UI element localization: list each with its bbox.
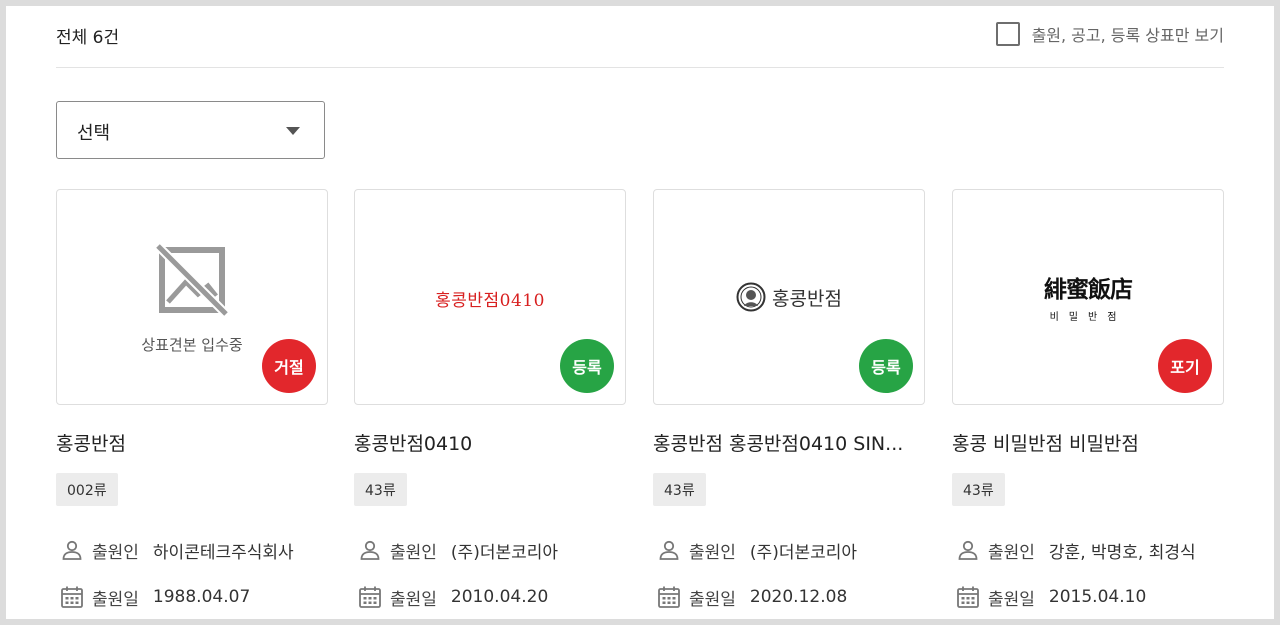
filing-date-label: 출원일: [390, 589, 437, 610]
filing-date-value: 2010.04.20: [450, 587, 549, 607]
results-header: 전체 6건 출원, 공고, 등록 상표만 보기: [56, 6, 1224, 68]
filter-checkbox[interactable]: [995, 22, 1020, 46]
filter-label: 출원, 공고, 등록 상표만 보기: [1031, 26, 1224, 45]
sort-select[interactable]: 선택: [56, 101, 325, 159]
person-icon: [360, 540, 380, 560]
class-badge: 43류: [354, 473, 407, 506]
trademark-logo: 홍콩반점: [654, 282, 924, 312]
filing-date-value: 2015.04.10: [1048, 587, 1147, 607]
applicant-value: 강훈, 박명호, 최경식: [1048, 542, 1196, 563]
trademark-logo: 緋蜜飯店 비밀반점: [953, 270, 1223, 323]
applicant-label: 출원인: [689, 542, 736, 563]
applicant-row: 출원인 (주)더본코리아: [354, 538, 559, 563]
filing-date-label: 출원일: [92, 589, 139, 610]
status-badge: 등록: [859, 339, 913, 393]
filing-date-row: 출원일 1988.04.07: [56, 585, 251, 610]
calendar-icon: [359, 586, 381, 608]
trademark-image[interactable]: 상표견본 입수중 거절: [56, 189, 328, 405]
trademark-list: 상표견본 입수중 거절 홍콩반점 002류 출원인 하이콘테크주식회사 출원일 …: [56, 189, 1226, 619]
applicant-label: 출원인: [390, 542, 437, 563]
applicant-label: 출원인: [988, 542, 1035, 563]
page: 전체 6건 출원, 공고, 등록 상표만 보기 선택 상표견본 입수중 거절 홍…: [6, 6, 1274, 619]
status-badge: 등록: [560, 339, 614, 393]
trademark-title[interactable]: 홍콩 비밀반점 비밀반점: [952, 429, 1224, 456]
trademark-title[interactable]: 홍콩반점 홍콩반점0410 SIN...: [653, 429, 925, 456]
filter-toggle[interactable]: 출원, 공고, 등록 상표만 보기: [995, 22, 1224, 46]
trademark-image[interactable]: 홍콩반점0410 등록: [354, 189, 626, 405]
applicant-value: 하이콘테크주식회사: [152, 542, 294, 563]
applicant-label: 출원인: [92, 542, 139, 563]
person-icon: [659, 540, 679, 560]
person-icon: [958, 540, 978, 560]
trademark-logo-text: 緋蜜飯店: [1044, 276, 1133, 303]
status-badge: 포기: [1158, 339, 1212, 393]
applicant-row: 출원인 강훈, 박명호, 최경식: [952, 538, 1196, 563]
trademark-logo: 홍콩반점0410: [435, 291, 545, 311]
class-badge: 002류: [56, 473, 118, 506]
calendar-icon: [957, 586, 979, 608]
person-icon: [62, 540, 82, 560]
no-image-icon: [152, 240, 232, 320]
chef-face-seal-icon: [736, 282, 766, 312]
filing-date-value: 1988.04.07: [152, 587, 251, 607]
result-count: 전체 6건: [56, 28, 120, 48]
calendar-icon: [61, 586, 83, 608]
status-badge: 거절: [262, 339, 316, 393]
applicant-value: (주)더본코리아: [749, 542, 858, 563]
trademark-title[interactable]: 홍콩반점: [56, 429, 328, 456]
filing-date-row: 출원일 2015.04.10: [952, 585, 1147, 610]
calendar-icon: [658, 586, 680, 608]
filing-date-value: 2020.12.08: [749, 587, 848, 607]
trademark-logo-text: 홍콩반점: [772, 287, 842, 310]
class-badge: 43류: [653, 473, 706, 506]
trademark-title[interactable]: 홍콩반점0410: [354, 429, 626, 456]
applicant-row: 출원인 하이콘테크주식회사: [56, 538, 294, 563]
filing-date-label: 출원일: [689, 589, 736, 610]
filing-date-row: 출원일 2010.04.20: [354, 585, 549, 610]
chevron-down-icon: [286, 127, 300, 135]
class-badge: 43류: [952, 473, 1005, 506]
applicant-value: (주)더본코리아: [450, 542, 559, 563]
applicant-row: 출원인 (주)더본코리아: [653, 538, 858, 563]
filing-date-row: 출원일 2020.12.08: [653, 585, 848, 610]
filing-date-label: 출원일: [988, 589, 1035, 610]
trademark-image[interactable]: 홍콩반점 등록: [653, 189, 925, 405]
trademark-logo-subtext: 비밀반점: [1049, 312, 1127, 323]
sort-select-value: 선택: [77, 123, 111, 144]
trademark-image[interactable]: 緋蜜飯店 비밀반점 포기: [952, 189, 1224, 405]
